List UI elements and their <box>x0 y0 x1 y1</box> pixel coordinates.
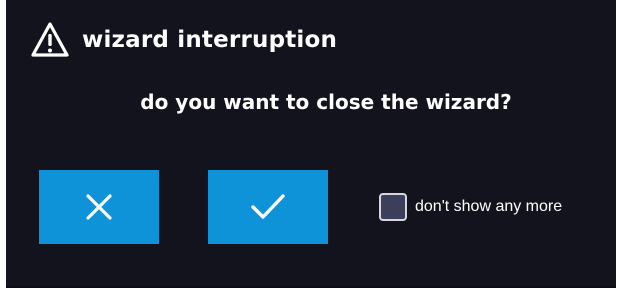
confirm-button[interactable] <box>208 170 328 244</box>
dont-show-checkbox[interactable] <box>379 193 407 221</box>
cancel-button[interactable] <box>39 170 159 244</box>
dont-show-option[interactable]: don't show any more <box>379 193 562 221</box>
close-icon <box>84 192 114 222</box>
dialog-title: wizard interruption <box>82 27 338 53</box>
warning-triangle-icon <box>30 20 70 60</box>
wizard-interruption-dialog: wizard interruption do you want to close… <box>6 0 616 288</box>
dont-show-label[interactable]: don't show any more <box>415 198 562 216</box>
checkmark-icon <box>249 192 287 222</box>
dialog-header: wizard interruption <box>30 20 337 60</box>
dialog-question: do you want to close the wizard? <box>140 90 512 114</box>
